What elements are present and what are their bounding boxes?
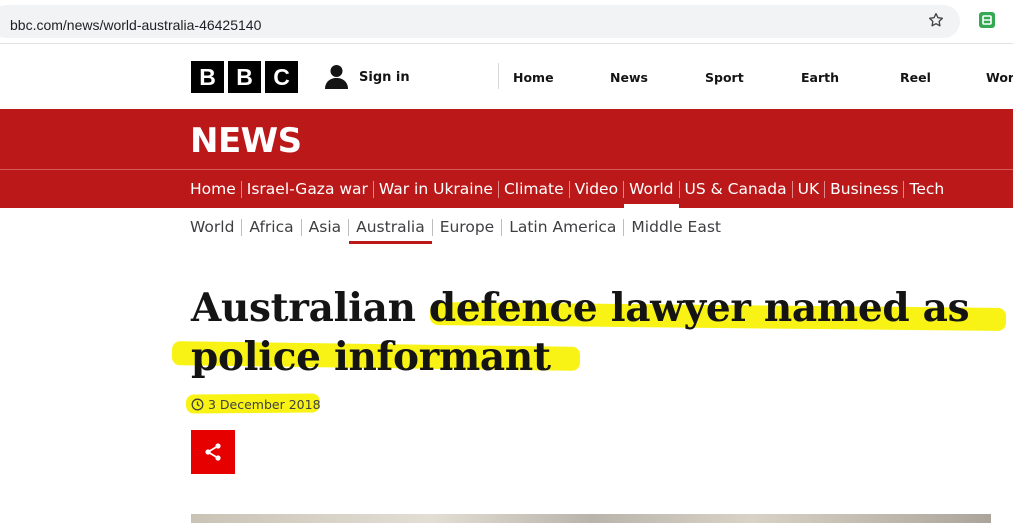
subnav-item-middle-east[interactable]: Middle East (624, 208, 728, 246)
user-icon (325, 65, 348, 89)
section-item-israel-gaza-war[interactable]: Israel-Gaza war (242, 170, 373, 208)
article-date: 3 December 2018 (191, 397, 321, 412)
topnav-item-news[interactable]: News (610, 70, 648, 85)
logo-letter: C (265, 61, 298, 93)
subnav-item-latin-america[interactable]: Latin America (502, 208, 623, 246)
sign-in-label: Sign in (359, 69, 410, 85)
news-banner: NEWS Home Israel-Gaza war War in Ukraine… (0, 109, 1013, 208)
article-headline: Australian defence lawyer named as polic… (191, 284, 1001, 382)
browser-toolbar: bbc.com/news/world-australia-46425140 (0, 0, 1013, 44)
subnav-item-africa[interactable]: Africa (242, 208, 300, 246)
section-item-climate[interactable]: Climate (499, 170, 569, 208)
headline-line: police informant (191, 334, 551, 380)
section-item-tech[interactable]: Tech (904, 170, 949, 208)
headline-line: Australian defence lawyer named as (191, 285, 970, 331)
topnav-item-worklife[interactable]: Worl (986, 70, 1013, 85)
section-item-world[interactable]: World (624, 170, 679, 208)
logo-letter: B (228, 61, 261, 93)
section-item-war-in-ukraine[interactable]: War in Ukraine (374, 170, 498, 208)
topnav-item-sport[interactable]: Sport (705, 70, 744, 85)
section-item-business[interactable]: Business (825, 170, 903, 208)
logo-letter: B (191, 61, 224, 93)
date-text: 3 December 2018 (208, 397, 321, 412)
sign-in-link[interactable]: Sign in (324, 63, 410, 91)
share-button[interactable] (191, 430, 235, 474)
world-subnav: World Africa Asia Australia Europe Latin… (190, 208, 728, 246)
page: bbc.com/news/world-australia-46425140 B … (0, 0, 1013, 523)
section-item-uk[interactable]: UK (793, 170, 825, 208)
article-hero-image (191, 514, 991, 523)
topnav-item-home[interactable]: Home (513, 70, 554, 85)
bbc-top-nav: B B C Sign in Home News Sport Earth Reel… (0, 45, 1013, 109)
bbc-logo[interactable]: B B C (191, 61, 298, 93)
nav-divider (498, 63, 499, 89)
topnav-item-earth[interactable]: Earth (801, 70, 839, 85)
section-item-us-canada[interactable]: US & Canada (680, 170, 792, 208)
share-icon (205, 443, 221, 461)
subnav-item-europe[interactable]: Europe (433, 208, 502, 246)
topnav-item-reel[interactable]: Reel (900, 70, 931, 85)
subnav-item-world[interactable]: World (190, 208, 241, 246)
section-nav: Home Israel-Gaza war War in Ukraine Clim… (190, 170, 949, 208)
news-title[interactable]: NEWS (190, 121, 302, 161)
section-item-video[interactable]: Video (570, 170, 623, 208)
url-text[interactable]: bbc.com/news/world-australia-46425140 (10, 17, 261, 33)
subnav-item-asia[interactable]: Asia (302, 208, 348, 246)
star-icon[interactable] (927, 11, 945, 29)
section-item-home[interactable]: Home (190, 170, 241, 208)
extension-icon[interactable] (978, 11, 996, 29)
clock-icon (191, 398, 204, 411)
address-bar[interactable]: bbc.com/news/world-australia-46425140 (0, 5, 960, 38)
subnav-item-australia[interactable]: Australia (349, 208, 432, 246)
